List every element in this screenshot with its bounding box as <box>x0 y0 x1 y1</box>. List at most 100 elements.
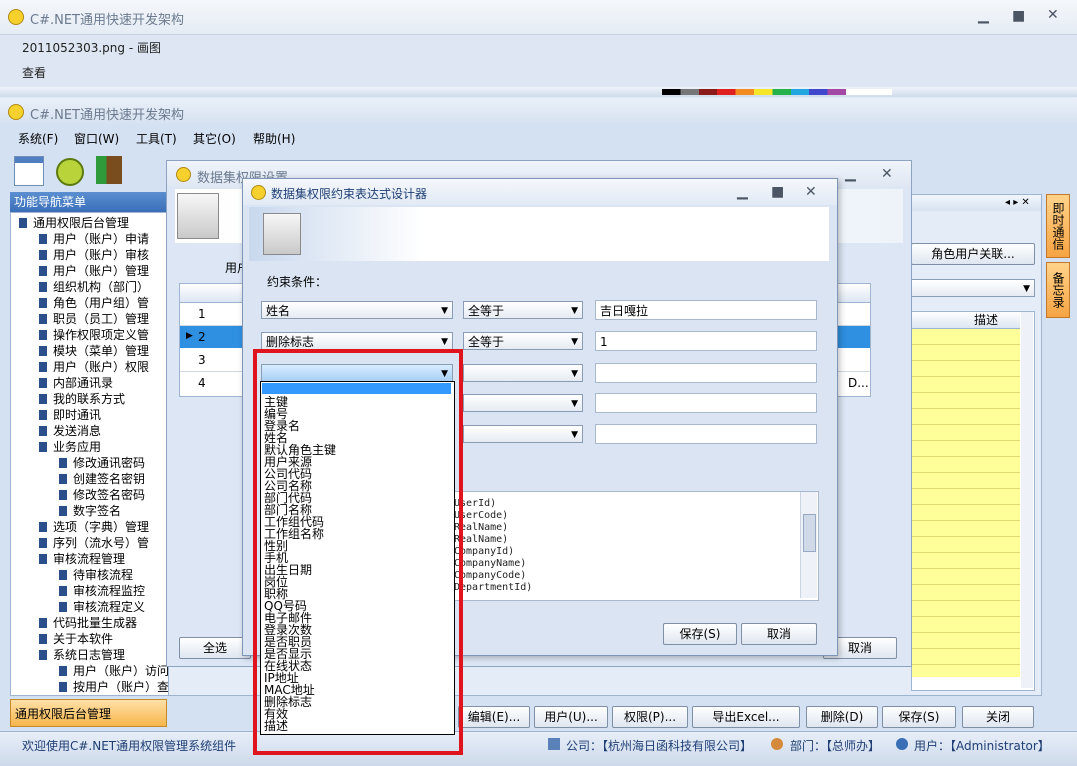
nav-item[interactable]: 内部通讯录 <box>39 375 113 391</box>
module-icon <box>39 426 47 436</box>
nav-item[interactable]: 用户（账户）权限 <box>39 359 149 375</box>
menu-help[interactable]: 帮助(H) <box>253 130 295 147</box>
nav-item-label: 待审核流程 <box>73 568 134 582</box>
op-select-1[interactable]: 全等于 ▼ <box>463 301 583 319</box>
desc-scrollbar[interactable] <box>1021 312 1033 688</box>
side-tab-im[interactable]: 即时通信 <box>1046 194 1070 258</box>
delete-button[interactable]: 删除(D) <box>806 706 878 728</box>
nav-arrows[interactable]: ◂ ▸ ✕ <box>1005 197 1030 208</box>
save-toolbar-button[interactable]: 保存(S) <box>882 706 956 728</box>
company-icon <box>548 738 560 750</box>
menu-window[interactable]: 窗口(W) <box>74 130 119 147</box>
nav-item[interactable]: 数字签名 <box>59 503 121 519</box>
side-tab-memo-label: 备忘录 <box>1051 272 1065 308</box>
nav-item[interactable]: 用户（账户）审核 <box>39 247 149 263</box>
module-icon <box>59 506 67 516</box>
scroll-thumb[interactable] <box>803 514 816 552</box>
nav-item[interactable]: 业务应用 <box>39 439 101 455</box>
field-select-1[interactable]: 姓名 ▼ <box>261 301 453 319</box>
nav-item[interactable]: 用户（账户）管理 <box>39 263 149 279</box>
op-select-5[interactable]: ▼ <box>463 425 583 443</box>
designer-maximize[interactable]: ■ <box>771 184 784 200</box>
op-select-2[interactable]: 全等于 ▼ <box>463 332 583 350</box>
nav-item[interactable]: 职员（员工）管理 <box>39 311 149 327</box>
op-select-4[interactable]: ▼ <box>463 394 583 412</box>
nav-item[interactable]: 操作权限项定义管 <box>39 327 149 343</box>
clock-icon[interactable] <box>56 158 84 186</box>
paint-menu-view[interactable]: 查看 <box>22 64 46 81</box>
nav-item[interactable]: 审核流程监控 <box>59 583 145 599</box>
export-excel-button[interactable]: 导出Excel... <box>692 706 800 728</box>
module-icon <box>39 442 47 452</box>
value-input-4[interactable] <box>595 393 817 413</box>
designer-minimize[interactable]: ▁ <box>737 184 748 200</box>
value-input-2[interactable]: 1 <box>595 331 817 351</box>
calendar-icon[interactable] <box>14 156 44 186</box>
nav-item[interactable]: 修改通讯密码 <box>59 455 145 471</box>
exit-door-icon[interactable] <box>96 156 122 184</box>
nav-item[interactable]: 即时通讯 <box>39 407 101 423</box>
folder-icon <box>19 218 27 228</box>
nav-item[interactable]: 代码批量生成器 <box>39 615 137 631</box>
nav-item-label: 通用权限后台管理 <box>33 216 130 230</box>
nav-item[interactable]: 组织机构（部门） <box>39 279 149 295</box>
designer-save-button-label: 保存(S) <box>679 627 721 641</box>
user-icon <box>896 738 908 750</box>
bg-dialog-minimize[interactable]: ▁ <box>845 166 856 182</box>
nav-item[interactable]: 修改签名密码 <box>59 487 145 503</box>
chevron-down-icon: ▼ <box>1023 284 1030 294</box>
main-window-title: C#.NET通用快速开发架构 <box>30 108 184 123</box>
nav-item[interactable]: 待审核流程 <box>59 567 133 583</box>
bg-dialog-close[interactable]: ✕ <box>881 166 893 182</box>
close-button[interactable]: ✕ <box>1047 7 1059 23</box>
menu-tools[interactable]: 工具(T) <box>136 130 177 147</box>
nav-item[interactable]: 按用户（账户）查询 <box>59 679 168 695</box>
nav-item[interactable]: 序列（流水号）管 <box>39 535 149 551</box>
minimize-button[interactable]: ▁ <box>978 8 989 24</box>
designer-save-button[interactable]: 保存(S) <box>663 623 737 645</box>
select-all-button[interactable]: 全选 <box>179 637 251 659</box>
user-button[interactable]: 用户(U)... <box>534 706 608 728</box>
right-combo[interactable]: ▼ <box>911 279 1035 297</box>
menu-system[interactable]: 系统(F) <box>18 130 58 147</box>
nav-item[interactable]: 我的联系方式 <box>39 391 125 407</box>
value-input-5[interactable] <box>595 424 817 444</box>
maximize-button[interactable]: ■ <box>1012 8 1025 24</box>
nav-item-label: 我的联系方式 <box>53 392 126 406</box>
nav-item[interactable]: 模块（菜单）管理 <box>39 343 149 359</box>
designer-close[interactable]: ✕ <box>805 184 817 200</box>
designer-logo-icon <box>251 185 266 200</box>
role-user-button-label: 角色用户关联... <box>931 247 1015 261</box>
nav-item[interactable]: 角色（用户组）管 <box>39 295 149 311</box>
role-user-button[interactable]: 角色用户关联... <box>911 243 1035 265</box>
nav-item[interactable]: 发送消息 <box>39 423 101 439</box>
nav-item[interactable]: 用户（账户）申请 <box>39 231 149 247</box>
nav-item-label: 审核流程监控 <box>73 584 146 598</box>
field-select-1-value: 姓名 <box>266 304 291 318</box>
nav-bottom-tab[interactable]: 通用权限后台管理 <box>10 699 167 727</box>
nav-item[interactable]: 审核流程定义 <box>59 599 145 615</box>
designer-banner <box>249 207 829 261</box>
designer-cancel-button[interactable]: 取消 <box>741 623 817 645</box>
nav-item[interactable]: 关于本软件 <box>39 631 113 647</box>
field-select-2[interactable]: 删除标志 ▼ <box>261 332 453 350</box>
edit-button[interactable]: 编辑(E)... <box>458 706 530 728</box>
module-icon <box>59 490 67 500</box>
row-number: 4 <box>198 376 206 390</box>
side-tab-memo[interactable]: 备忘录 <box>1046 262 1070 318</box>
permission-button[interactable]: 权限(P)... <box>612 706 688 728</box>
expression-scrollbar[interactable] <box>800 492 817 598</box>
nav-item[interactable]: 选项（字典）管理 <box>39 519 149 535</box>
nav-item[interactable]: 审核流程管理 <box>39 551 125 567</box>
value-input-3[interactable] <box>595 363 817 383</box>
nav-item[interactable]: 系统日志管理 <box>39 647 125 663</box>
value-input-1[interactable]: 吉日嘎拉 <box>595 300 817 320</box>
nav-item[interactable]: 用户（账户）访问情况 <box>59 663 168 679</box>
op-select-3[interactable]: ▼ <box>463 364 583 382</box>
menu-other[interactable]: 其它(O) <box>193 130 236 147</box>
module-icon <box>59 666 67 676</box>
nav-item[interactable]: 通用权限后台管理 <box>19 215 129 231</box>
close-toolbar-button[interactable]: 关闭 <box>962 706 1034 728</box>
nav-item-label: 业务应用 <box>53 440 102 454</box>
nav-item[interactable]: 创建签名密钥 <box>59 471 145 487</box>
